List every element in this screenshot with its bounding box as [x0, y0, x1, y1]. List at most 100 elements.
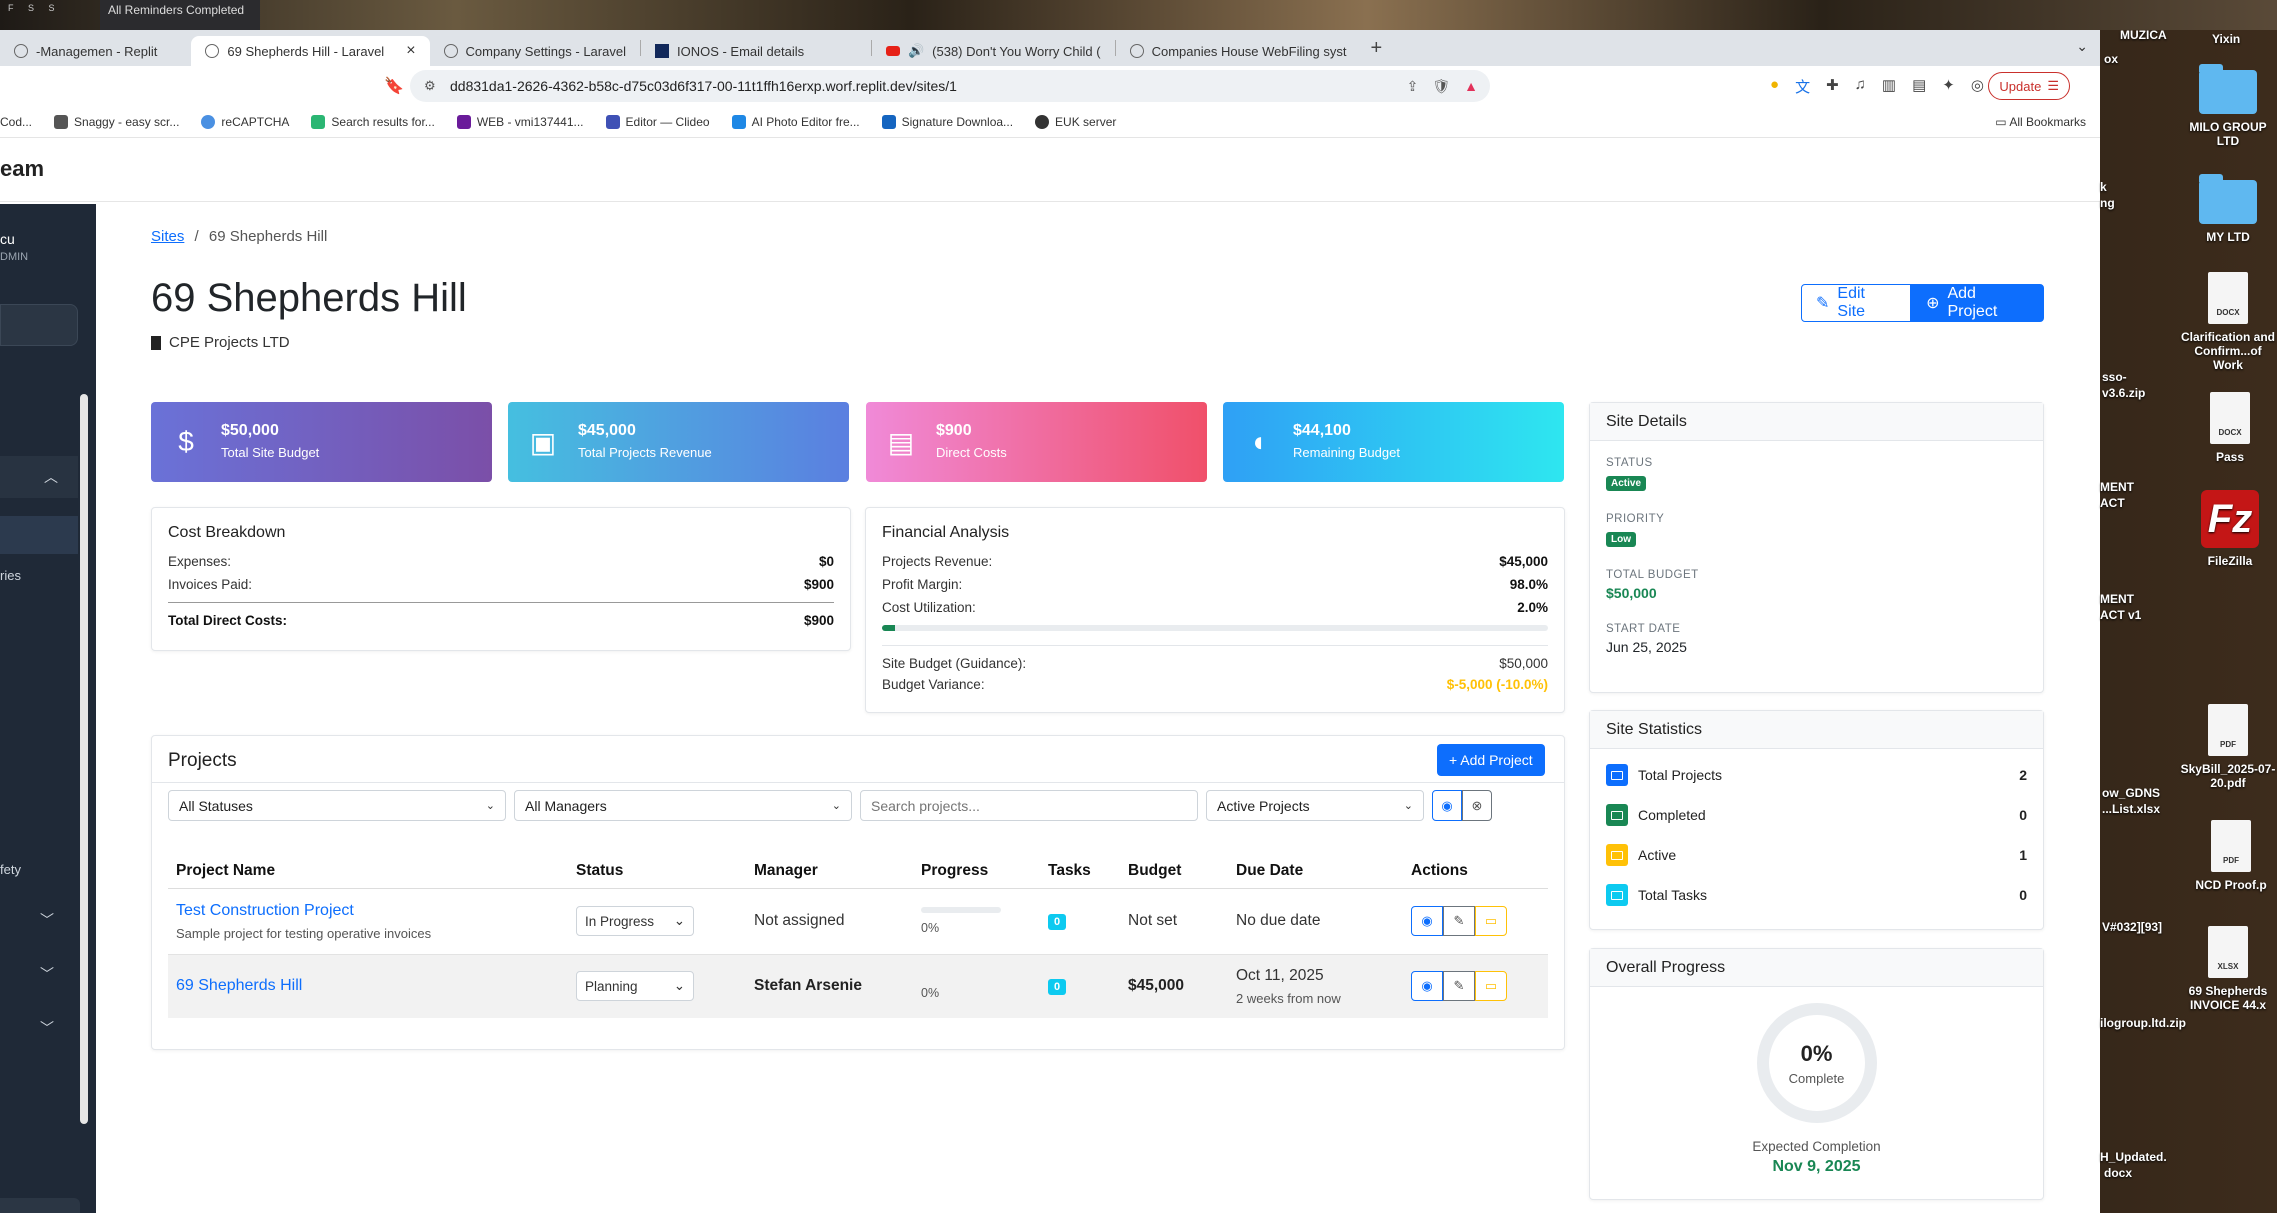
bookmark-item[interactable]: Search results for...	[311, 114, 435, 129]
desktop-file-invoice[interactable]: XLSX 69 Shepherds INVOICE 44.x	[2180, 926, 2276, 1012]
bookmark-item[interactable]: EUK server	[1035, 114, 1116, 129]
bookmark-item[interactable]: Cod...	[0, 115, 32, 129]
edit-site-button[interactable]: ✎ Edit Site	[1801, 284, 1912, 322]
status-filter-select[interactable]: All Statuses ⌄	[168, 790, 506, 821]
share-icon[interactable]: ⇪	[1407, 78, 1419, 95]
bookmark-item[interactable]: WEB - vmi137441...	[456, 114, 584, 129]
bookmark-item[interactable]: AI Photo Editor fre...	[731, 114, 860, 129]
view-eye-icon[interactable]: ◉	[1411, 971, 1443, 1002]
tab-site[interactable]: 69 Shepherds Hill - Laravel ×	[191, 36, 430, 66]
reminders-widget[interactable]: All Reminders Completed	[100, 0, 260, 30]
all-bookmarks-button[interactable]: ▭ All Bookmarks	[1995, 115, 2086, 129]
desktop-icon-yixin[interactable]: Yixin	[2212, 32, 2240, 46]
desktop-partial-label[interactable]: sso-	[2102, 370, 2127, 384]
desktop-partial-label[interactable]: ...List.xlsx	[2102, 802, 2160, 816]
tab-companies-house[interactable]: Companies House WebFiling syst	[1116, 36, 1361, 66]
column-header[interactable]: Manager	[746, 854, 913, 889]
column-header[interactable]: Due Date	[1228, 854, 1403, 889]
sidebar-item-active[interactable]	[0, 516, 78, 554]
desktop-partial-label[interactable]: ACT	[2100, 496, 2125, 510]
desktop-partial-label[interactable]: v3.6.zip	[2102, 386, 2145, 400]
desktop-partial-label[interactable]: V#032][93]	[2102, 920, 2162, 934]
close-icon[interactable]: ×	[406, 42, 415, 60]
bookmark-item[interactable]: Signature Downloa...	[881, 114, 1013, 129]
view-eye-icon[interactable]: ◉	[1411, 906, 1443, 936]
media-icon[interactable]: ♫	[1855, 76, 1866, 97]
project-status-select[interactable]: In Progress ⌄	[576, 906, 694, 936]
leo-ai-icon[interactable]: ✦	[1942, 76, 1955, 97]
sidebar-item-categories[interactable]: ries	[0, 568, 21, 583]
speaker-icon[interactable]: 🔊	[908, 43, 924, 59]
archive-icon[interactable]: ▭	[1475, 906, 1507, 936]
desktop-partial-label[interactable]: k	[2100, 180, 2107, 194]
bookmark-item[interactable]: reCAPTCHA	[201, 114, 289, 129]
projects-add-button[interactable]: + Add Project	[1437, 744, 1545, 776]
edit-pencil-icon[interactable]: ✎	[1443, 971, 1475, 1002]
desktop-partial-label[interactable]: ACT v1	[2100, 608, 2141, 622]
edit-pencil-icon[interactable]: ✎	[1443, 906, 1475, 936]
column-header[interactable]: Actions	[1403, 854, 1548, 889]
translate-icon[interactable]: 文	[1795, 76, 1810, 97]
brand-logo[interactable]: eam	[0, 156, 44, 182]
desktop-partial-label[interactable]: MENT	[2100, 592, 2134, 606]
desktop-file-skybill[interactable]: PDF SkyBill_2025-07-20.pdf	[2178, 704, 2277, 790]
search-projects-input[interactable]	[860, 790, 1198, 821]
sidebar-search-input[interactable]	[0, 304, 78, 346]
sidebar-scrollbar[interactable]	[80, 394, 88, 1124]
column-header[interactable]: Project Name	[168, 854, 568, 889]
add-project-button[interactable]: ⊕ Add Project	[1911, 284, 2044, 322]
archive-icon[interactable]: ▭	[1475, 971, 1507, 1002]
puzzle-icon[interactable]: ✚	[1826, 76, 1839, 97]
desktop-file-ncd[interactable]: PDF NCD Proof.p	[2186, 820, 2276, 892]
sidebar-collapse-button[interactable]: ˄	[0, 1198, 80, 1213]
desktop-folder-myltd[interactable]: MY LTD	[2180, 174, 2276, 244]
url-field[interactable]: ⚙ dd831da1-2626-4362-b58c-d75c03d6f317-0…	[410, 70, 1490, 102]
desktop-partial-label[interactable]: ox	[2104, 52, 2118, 66]
sidebar-icon[interactable]: ▥	[1882, 76, 1896, 97]
clear-filter-icon[interactable]: ⊗	[1462, 790, 1492, 821]
project-link[interactable]: Test Construction Project	[176, 902, 560, 920]
desktop-folder-milo[interactable]: MILO GROUP LTD	[2180, 64, 2276, 148]
update-button[interactable]: Update ☰	[1988, 72, 2070, 100]
column-header[interactable]: Tasks	[1040, 854, 1120, 889]
vpn-icon[interactable]: ◎	[1971, 76, 1984, 97]
manager-filter-select[interactable]: All Managers ⌄	[514, 790, 852, 821]
chevron-down-icon[interactable]: ﹀	[40, 964, 54, 984]
brave-rewards-icon[interactable]: ▲	[1464, 78, 1478, 95]
column-header[interactable]: Progress	[913, 854, 1040, 889]
scope-filter-select[interactable]: Active Projects ⌄	[1206, 790, 1424, 821]
bookmark-icon[interactable]: 🔖	[384, 76, 404, 96]
chevron-down-icon[interactable]: ﹀	[40, 1018, 54, 1038]
new-tab-icon[interactable]: +	[1360, 37, 1392, 60]
tab-company-settings[interactable]: Company Settings - Laravel	[430, 36, 640, 66]
site-info-icon[interactable]: ⚙	[424, 78, 440, 94]
sidebar-item-safety[interactable]: fety	[0, 862, 21, 877]
tab-search-chevron-icon[interactable]: ⌄	[2076, 38, 2088, 55]
chevron-down-icon[interactable]: ﹀	[40, 910, 54, 930]
column-header[interactable]: Status	[568, 854, 746, 889]
desktop-partial-label[interactable]: docx	[2104, 1166, 2132, 1180]
desktop-partial-label[interactable]: H_Updated.	[2100, 1150, 2167, 1164]
desktop-partial-label[interactable]: ow_GDNS	[2102, 786, 2160, 800]
bookmark-item[interactable]: Snaggy - easy scr...	[54, 114, 179, 129]
desktop-file-clarification[interactable]: DOCX Clarification and Confirm...of Work	[2178, 272, 2277, 372]
project-status-select[interactable]: Planning ⌄	[576, 971, 694, 1002]
extension-icon[interactable]: ●	[1770, 76, 1779, 97]
tab-youtube[interactable]: 🔊 (538) Don't You Worry Child (	[872, 36, 1115, 66]
tab-replit[interactable]: -Managemen - Replit	[0, 36, 171, 66]
desktop-partial-label[interactable]: ilogroup.ltd.zip	[2100, 1016, 2186, 1030]
desktop-app-filezilla[interactable]: Fz FileZilla	[2190, 490, 2270, 568]
desktop-partial-label[interactable]: ng	[2100, 196, 2115, 210]
project-link[interactable]: 69 Shepherds Hill	[176, 977, 560, 995]
desktop-partial-label[interactable]: MENT	[2100, 480, 2134, 494]
bookmark-item[interactable]: Editor — Clideo	[605, 114, 710, 129]
eye-icon[interactable]: ◉	[1432, 790, 1462, 821]
wallet-icon[interactable]: ▤	[1912, 76, 1926, 97]
column-header[interactable]: Budget	[1120, 854, 1228, 889]
brave-shield-icon[interactable]: 🛡	[1432, 78, 1450, 95]
sidebar-group-expanded[interactable]: ︿	[0, 456, 78, 498]
tab-ionos[interactable]: IONOS - Email details	[641, 36, 871, 66]
sidebar-user[interactable]: cu DMIN	[0, 230, 28, 266]
desktop-file-pass[interactable]: DOCX Pass	[2200, 392, 2260, 464]
breadcrumb-sites-link[interactable]: Sites	[151, 228, 184, 245]
